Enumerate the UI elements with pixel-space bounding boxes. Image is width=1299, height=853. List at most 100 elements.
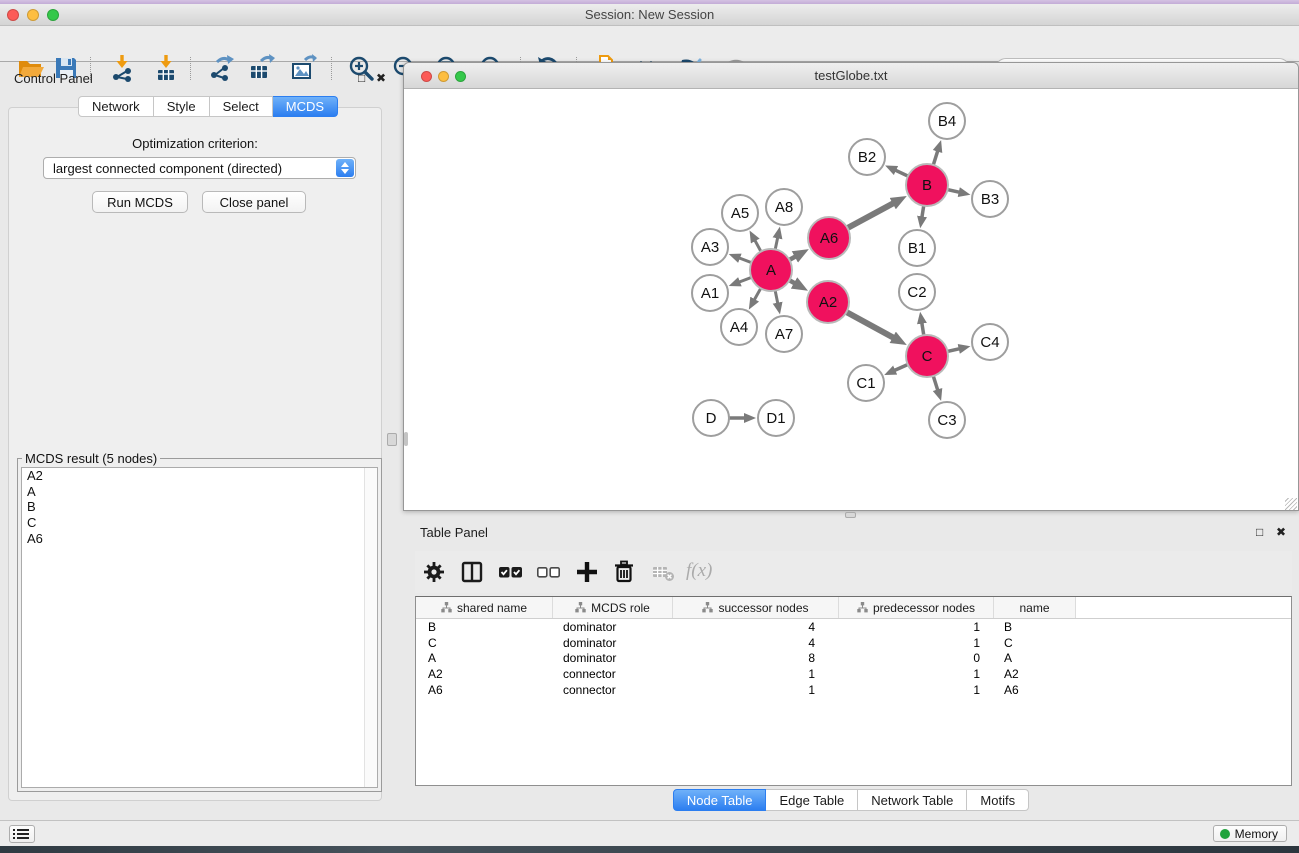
result-item-a6[interactable]: A6 — [22, 531, 377, 547]
graph-node-label: B — [922, 177, 932, 194]
graph-node-A[interactable]: A — [750, 249, 792, 291]
table-cell[interactable]: B — [416, 620, 553, 634]
table-cell[interactable]: dominator — [553, 620, 673, 634]
control-tab-select[interactable]: Select — [210, 96, 273, 117]
panel-splitter-handle[interactable] — [387, 433, 397, 446]
graph-node-A7[interactable]: A7 — [766, 316, 802, 352]
table-cell[interactable]: A6 — [994, 683, 1076, 697]
table-cell[interactable]: 1 — [839, 636, 994, 650]
table-splitter-handle[interactable] — [845, 512, 856, 518]
table-cell[interactable]: C — [416, 636, 553, 650]
graph-node-A1[interactable]: A1 — [692, 275, 728, 311]
criterion-dropdown-value: largest connected component (directed) — [53, 161, 282, 176]
table-cell[interactable]: A — [416, 651, 553, 665]
table-cell[interactable]: connector — [553, 667, 673, 681]
graph-node-C3[interactable]: C3 — [929, 402, 965, 438]
table-cell[interactable]: A — [994, 651, 1076, 665]
table-cell[interactable]: 4 — [673, 620, 839, 634]
result-item-a[interactable]: A — [22, 484, 377, 500]
control-panel-close-icon[interactable]: ✖ — [376, 72, 386, 84]
table-cell[interactable]: A2 — [994, 667, 1076, 681]
table-tab-node-table[interactable]: Node Table — [673, 789, 767, 811]
table-cell[interactable]: 0 — [839, 651, 994, 665]
table-cell[interactable]: 4 — [673, 636, 839, 650]
table-cell[interactable]: C — [994, 636, 1076, 650]
function-builder-icon: f(x) — [686, 560, 712, 582]
graph-node-B2[interactable]: B2 — [849, 139, 885, 175]
table-cell[interactable]: A2 — [416, 667, 553, 681]
graph-node-A2[interactable]: A2 — [807, 281, 849, 323]
graph-node-A5[interactable]: A5 — [722, 195, 758, 231]
table-tab-edge-table[interactable]: Edge Table — [766, 789, 858, 811]
table-cell[interactable]: 1 — [839, 683, 994, 697]
export-table-icon[interactable] — [247, 54, 275, 82]
network-graph-canvas[interactable]: A A6 A2 B C A1 A3 A4 A5 A7 A8 B1 B2 B3 B4 C1 C2 C3 C4 D D1 — [404, 89, 1298, 510]
result-item-b[interactable]: B — [22, 499, 377, 515]
table-cell[interactable]: dominator — [553, 636, 673, 650]
graph-node-A3[interactable]: A3 — [692, 229, 728, 265]
import-network-icon[interactable] — [108, 54, 136, 82]
delete-column-icon[interactable] — [610, 558, 638, 586]
close-panel-button[interactable]: Close panel — [202, 191, 306, 213]
column-header-successor-nodes[interactable]: successor nodes — [673, 597, 839, 618]
table-cell[interactable]: A6 — [416, 683, 553, 697]
graph-node-B1[interactable]: B1 — [899, 230, 935, 266]
split-view-icon[interactable] — [458, 558, 486, 586]
control-tab-network[interactable]: Network — [78, 96, 154, 117]
column-header-name[interactable]: name — [994, 597, 1076, 618]
table-cell[interactable]: 1 — [839, 667, 994, 681]
table-tab-network-table[interactable]: Network Table — [858, 789, 967, 811]
control-tab-style[interactable]: Style — [154, 96, 210, 117]
import-table-icon[interactable] — [152, 54, 180, 82]
network-vertical-scroll-thumb[interactable] — [404, 432, 408, 446]
control-tab-mcds[interactable]: MCDS — [273, 96, 338, 117]
graph-node-label: A7 — [775, 326, 793, 343]
table-cell[interactable]: dominator — [553, 651, 673, 665]
run-mcds-button[interactable]: Run MCDS — [92, 191, 188, 213]
select-all-icon[interactable] — [496, 558, 524, 586]
result-item-a2[interactable]: A2 — [22, 468, 377, 484]
graph-node-A6[interactable]: A6 — [808, 217, 850, 259]
column-header-MCDS-role[interactable]: MCDS role — [553, 597, 673, 618]
criterion-dropdown[interactable]: largest connected component (directed) — [43, 157, 356, 179]
table-cell[interactable]: 1 — [673, 667, 839, 681]
memory-button[interactable]: Memory — [1213, 825, 1287, 842]
graph-node-B4[interactable]: B4 — [929, 103, 965, 139]
column-header-shared-name[interactable]: shared name — [416, 597, 553, 618]
column-header-predecessor-nodes[interactable]: predecessor nodes — [839, 597, 994, 618]
graph-node-C4[interactable]: C4 — [972, 324, 1008, 360]
result-item-c[interactable]: C — [22, 515, 377, 531]
graph-node-C1[interactable]: C1 — [848, 365, 884, 401]
export-image-icon[interactable] — [289, 54, 317, 82]
graph-node-A8[interactable]: A8 — [766, 189, 802, 225]
unselect-all-icon[interactable] — [534, 558, 562, 586]
graph-node-label: C1 — [856, 375, 875, 392]
task-history-button[interactable] — [9, 825, 35, 843]
export-network-icon[interactable] — [207, 54, 235, 82]
graph-node-C2[interactable]: C2 — [899, 274, 935, 310]
control-panel-float-icon[interactable]: □ — [358, 72, 365, 84]
table-tab-motifs[interactable]: Motifs — [967, 789, 1029, 811]
table-cell[interactable]: 1 — [673, 683, 839, 697]
table-panel-close-icon[interactable]: ✖ — [1276, 526, 1286, 538]
graph-node-D[interactable]: D — [693, 400, 729, 436]
graph-node-B3[interactable]: B3 — [972, 181, 1008, 217]
table-cell[interactable]: 1 — [839, 620, 994, 634]
graph-node-B[interactable]: B — [906, 164, 948, 206]
add-column-icon[interactable] — [573, 558, 601, 586]
table-cell[interactable]: 8 — [673, 651, 839, 665]
table-row-b: Bdominator41B — [416, 619, 1291, 635]
network-window-titlebar: testGlobe.txt — [404, 63, 1298, 89]
graph-node-label: A4 — [730, 319, 748, 336]
window-resize-grip[interactable] — [1285, 498, 1297, 510]
mcds-result-list[interactable]: A2ABCA6 — [21, 467, 378, 788]
graph-node-D1[interactable]: D1 — [758, 400, 794, 436]
column-type-icon — [575, 602, 586, 613]
table-cell[interactable]: B — [994, 620, 1076, 634]
gear-icon[interactable] — [420, 558, 448, 586]
result-scrollbar-track[interactable] — [364, 468, 377, 787]
table-panel-float-icon[interactable]: □ — [1256, 526, 1263, 538]
graph-node-C[interactable]: C — [906, 335, 948, 377]
graph-node-A4[interactable]: A4 — [721, 309, 757, 345]
table-cell[interactable]: connector — [553, 683, 673, 697]
